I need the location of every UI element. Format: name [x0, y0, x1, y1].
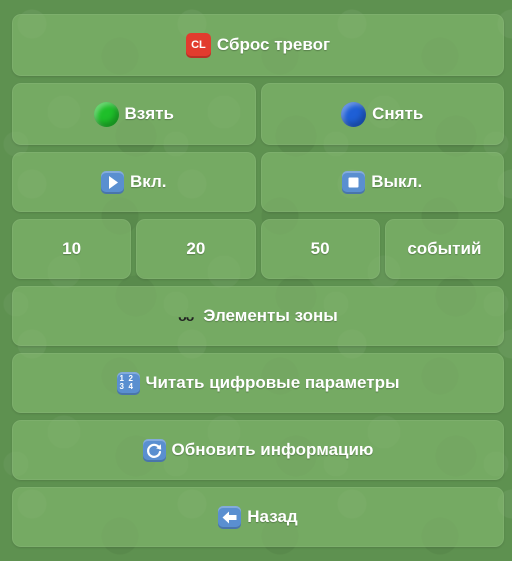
back-arrow-icon	[218, 505, 242, 529]
cl-icon: CL	[185, 32, 211, 58]
blue-circle-icon	[341, 101, 367, 127]
play-icon	[100, 170, 124, 194]
keyboard-row: CL Сброс тревог	[12, 14, 504, 76]
off-label: Выкл.	[371, 172, 423, 191]
read-params-label: Читать цифровые параметры	[145, 373, 400, 392]
inline-keyboard: CL Сброс тревог Взять Снять Вкл. Выкл. 1…	[0, 0, 512, 561]
keyboard-row: 1 2 3 4 Читать цифровые параметры	[12, 353, 504, 413]
stop-icon	[342, 170, 366, 194]
on-label: Вкл.	[129, 172, 167, 191]
numbers-icon: 1 2 3 4	[116, 371, 140, 395]
refresh-icon	[142, 438, 166, 462]
numbers-icon-digit: 3	[119, 382, 124, 392]
events-label: событий	[407, 239, 482, 258]
keyboard-row: 10 20 50 событий	[12, 219, 504, 279]
back-label: Назад	[247, 507, 298, 526]
arm-button[interactable]: Взять	[12, 83, 256, 145]
events-20-label: 20	[186, 239, 206, 258]
off-button[interactable]: Выкл.	[260, 152, 504, 212]
green-circle-icon	[93, 101, 119, 127]
reset-alarms-label: Сброс тревог	[216, 35, 331, 54]
keyboard-row: Взять Снять	[12, 83, 504, 145]
zone-elements-label: Элементы зоны	[203, 306, 338, 325]
refresh-button[interactable]: Обновить информацию	[12, 420, 504, 480]
events-20-button[interactable]: 20	[136, 219, 256, 279]
keyboard-row: Обновить информацию	[12, 420, 504, 480]
numbers-icon-digit: 4	[128, 382, 133, 392]
keyboard-row: Назад	[12, 487, 504, 547]
events-50-label: 50	[310, 239, 330, 258]
read-params-button[interactable]: 1 2 3 4 Читать цифровые параметры	[12, 353, 504, 413]
arm-label: Взять	[124, 104, 174, 123]
refresh-label: Обновить информацию	[171, 440, 374, 459]
disarm-button[interactable]: Снять	[260, 83, 504, 145]
zone-elements-button[interactable]: ᴗᴗ Элементы зоны	[12, 286, 504, 346]
events-10-button[interactable]: 10	[12, 219, 132, 279]
events-10-label: 10	[62, 239, 82, 258]
loops-icon: ᴗᴗ	[178, 308, 194, 324]
keyboard-row: ᴗᴗ Элементы зоны	[12, 286, 504, 346]
events-50-button[interactable]: 50	[260, 219, 380, 279]
on-button[interactable]: Вкл.	[12, 152, 256, 212]
keyboard-row: Вкл. Выкл.	[12, 152, 504, 212]
events-button[interactable]: событий	[384, 219, 504, 279]
back-button[interactable]: Назад	[12, 487, 504, 547]
disarm-label: Снять	[372, 104, 424, 123]
reset-alarms-button[interactable]: CL Сброс тревог	[12, 14, 504, 76]
